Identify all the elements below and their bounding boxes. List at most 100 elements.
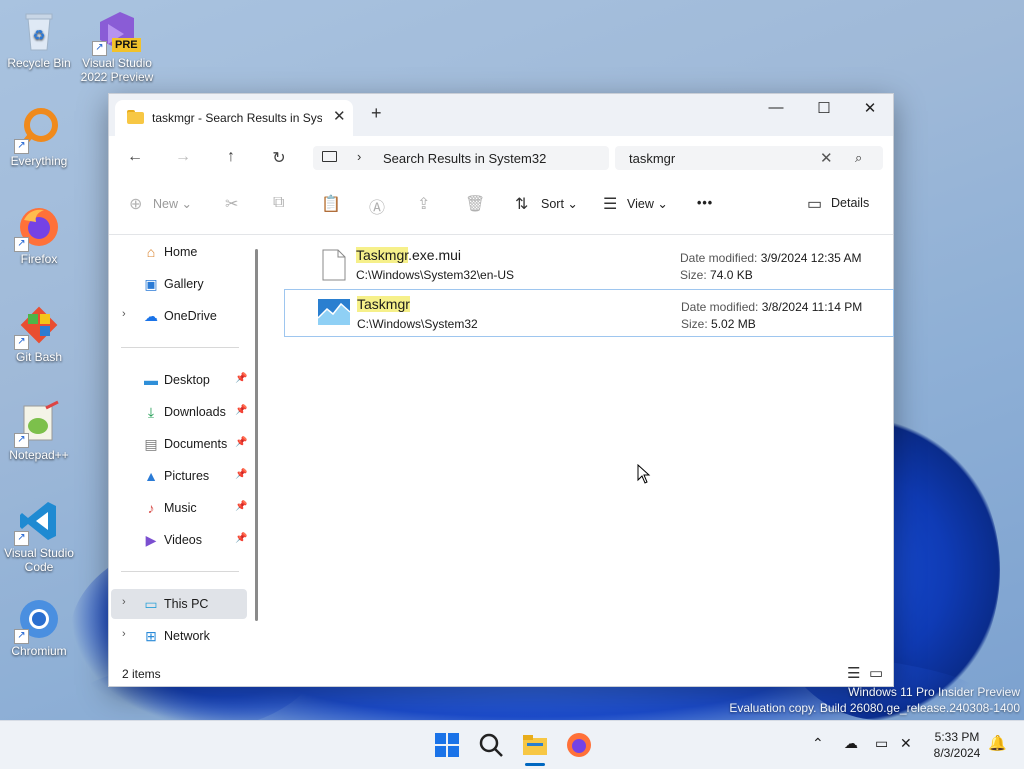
pin-icon: 📌 <box>235 469 248 480</box>
watermark-line-2: Evaluation copy. Build 26080.ge_release.… <box>729 701 1020 715</box>
search-icon[interactable]: ⌕ <box>855 150 862 166</box>
search-query[interactable]: taskmgr <box>629 151 675 166</box>
shortcut-arrow-icon: ↗ <box>14 531 29 546</box>
search-input[interactable]: taskmgr ✕ ⌕ <box>615 146 883 170</box>
nav-label: OneDrive <box>164 309 217 323</box>
nav-item-home[interactable]: ⌂ Home <box>111 237 247 267</box>
chevron-right-icon[interactable]: › <box>122 596 126 608</box>
nav-item-videos[interactable]: ▶ Videos 📌 <box>111 525 248 555</box>
back-button[interactable]: ← <box>123 148 147 166</box>
view-button[interactable]: View ⌄ <box>627 196 668 211</box>
chevron-right-icon[interactable]: › <box>122 308 126 320</box>
nav-divider <box>121 347 239 348</box>
sort-button[interactable]: Sort ⌄ <box>541 196 578 211</box>
rename-icon[interactable]: Ⓐ <box>369 194 385 218</box>
network-status-icon[interactable]: ▭ <box>875 735 888 752</box>
tiles-view-icon[interactable]: ▭ <box>869 664 883 682</box>
volume-muted-icon[interactable]: ✕ <box>900 735 912 752</box>
details-button[interactable]: Details <box>831 196 869 210</box>
chevron-up-icon[interactable]: ⌃ <box>812 735 824 752</box>
copy-icon[interactable]: ⧉ <box>273 194 284 212</box>
firefox-icon[interactable] <box>565 731 593 759</box>
pin-icon: 📌 <box>235 501 248 512</box>
desktop-icon-label: Chromium <box>11 644 67 658</box>
clear-search-icon[interactable]: ✕ <box>820 149 833 167</box>
breadcrumb[interactable]: › Search Results in System32 <box>313 146 609 170</box>
desktop-icon-notepad-plus-plus[interactable]: ↗ Notepad++ <box>1 400 77 462</box>
nav-item-this-pc[interactable]: › ▭ This PC <box>111 589 247 619</box>
nav-item-gallery[interactable]: ▣ Gallery <box>111 269 247 299</box>
nav-scrollbar[interactable] <box>255 249 258 621</box>
sort-icon: ⇅ <box>515 196 529 213</box>
tab-search-results[interactable]: taskmgr - Search Results in System32 ✕ <box>115 100 353 136</box>
see-more-button[interactable]: ••• <box>697 196 713 210</box>
list-item[interactable]: Taskmgr C:\Windows\System32 Date modifie… <box>284 289 894 337</box>
file-explorer-icon[interactable] <box>521 731 549 766</box>
pin-icon: 📌 <box>235 437 248 448</box>
search-results-list: Taskmgr.exe.mui C:\Windows\System32\en-U… <box>266 235 894 661</box>
desktop-icon-firefox[interactable]: ↗ Firefox <box>1 204 77 266</box>
shortcut-arrow-icon: ↗ <box>14 629 29 644</box>
desktop-icon-chromium[interactable]: ↗ Chromium <box>1 596 77 658</box>
paste-icon[interactable]: 📋 <box>321 194 341 214</box>
desktop-icon-label: Git Bash <box>15 350 63 364</box>
new-label: New <box>153 197 179 211</box>
size-label: Size: <box>681 317 708 331</box>
size-label: Size: <box>680 268 707 282</box>
file-name: Taskmgr <box>357 296 410 312</box>
new-tab-button[interactable]: + <box>371 103 382 124</box>
nav-label: Home <box>164 245 198 259</box>
maximize-button[interactable]: ☐ <box>809 99 839 117</box>
notifications-bell-icon[interactable]: 🔔 <box>988 734 1007 752</box>
refresh-button[interactable]: ↻ <box>267 148 291 168</box>
nav-item-network[interactable]: › ⊞ Network <box>111 621 247 651</box>
preview-badge: PRE <box>112 38 141 52</box>
file-path: C:\Windows\System32\en-US <box>356 268 515 282</box>
nav-item-pictures[interactable]: ▲ Pictures 📌 <box>111 461 247 491</box>
forward-button[interactable]: → <box>171 148 195 166</box>
details-view-icon[interactable]: ☰ <box>847 664 860 682</box>
chevron-right-icon[interactable]: › <box>122 628 126 640</box>
desktop-icon-visual-studio[interactable]: PRE ↗ Visual Studio 2022 Preview <box>79 8 155 84</box>
date-value: 3/9/2024 12:35 AM <box>760 251 862 265</box>
search-icon[interactable] <box>477 731 505 759</box>
list-item[interactable]: Taskmgr.exe.mui C:\Windows\System32\en-U… <box>284 241 892 287</box>
start-icon[interactable] <box>433 731 461 759</box>
nav-item-downloads[interactable]: ⤓ Downloads 📌 <box>111 397 248 427</box>
nav-item-music[interactable]: ♪ Music 📌 <box>111 493 248 523</box>
tab-close-icon[interactable]: ✕ <box>333 107 346 125</box>
minimize-button[interactable]: — <box>761 99 791 116</box>
desktop-icon-vscode[interactable]: ↗ Visual Studio Code <box>1 498 77 574</box>
clock[interactable]: 5:33 PM 8/3/2024 <box>924 729 990 761</box>
chevron-right-icon[interactable]: › <box>357 149 361 164</box>
downloads-icon: ⤓ <box>147 404 155 420</box>
nav-label: This PC <box>164 597 209 611</box>
nav-item-documents[interactable]: ▤ Documents 📌 <box>111 429 247 459</box>
close-button[interactable]: ✕ <box>855 99 885 117</box>
gallery-icon: ▣ <box>144 276 158 292</box>
share-icon[interactable]: ⇪ <box>417 194 430 214</box>
desktop-icon-git-bash[interactable]: ↗ Git Bash <box>1 302 77 364</box>
cut-icon[interactable]: ✂ <box>225 194 238 214</box>
title-bar: taskmgr - Search Results in System32 ✕ +… <box>109 94 893 136</box>
clock-time: 5:33 PM <box>934 730 980 744</box>
desktop-icon-everything[interactable]: ↗ Everything <box>1 106 77 168</box>
date-label: Date modified: <box>680 251 758 265</box>
breadcrumb-location[interactable]: Search Results in System32 <box>383 151 546 166</box>
file-name: Taskmgr.exe.mui <box>356 247 461 263</box>
desktop-icon-recycle-bin[interactable]: ♻ Recycle Bin <box>1 8 77 70</box>
nav-label: Downloads <box>164 405 226 419</box>
task-manager-icon <box>317 298 351 329</box>
size-value: 74.0 KB <box>710 268 753 282</box>
delete-icon[interactable]: 🗑 <box>465 194 485 214</box>
up-button[interactable]: ↑ <box>219 148 243 166</box>
this-pc-icon <box>322 151 337 162</box>
status-bar: 2 items ☰ ▭ <box>109 662 893 686</box>
desktop-folder-icon: ▬ <box>144 372 158 388</box>
network-icon: ⊞ <box>145 628 157 644</box>
nav-item-onedrive[interactable]: › ☁ OneDrive <box>111 301 247 331</box>
new-button[interactable]: New ⌄ <box>153 196 192 211</box>
nav-item-desktop[interactable]: ▬ Desktop 📌 <box>111 365 247 395</box>
cloud-sync-icon[interactable]: ☁ <box>844 735 858 752</box>
nav-label: Pictures <box>164 469 210 483</box>
